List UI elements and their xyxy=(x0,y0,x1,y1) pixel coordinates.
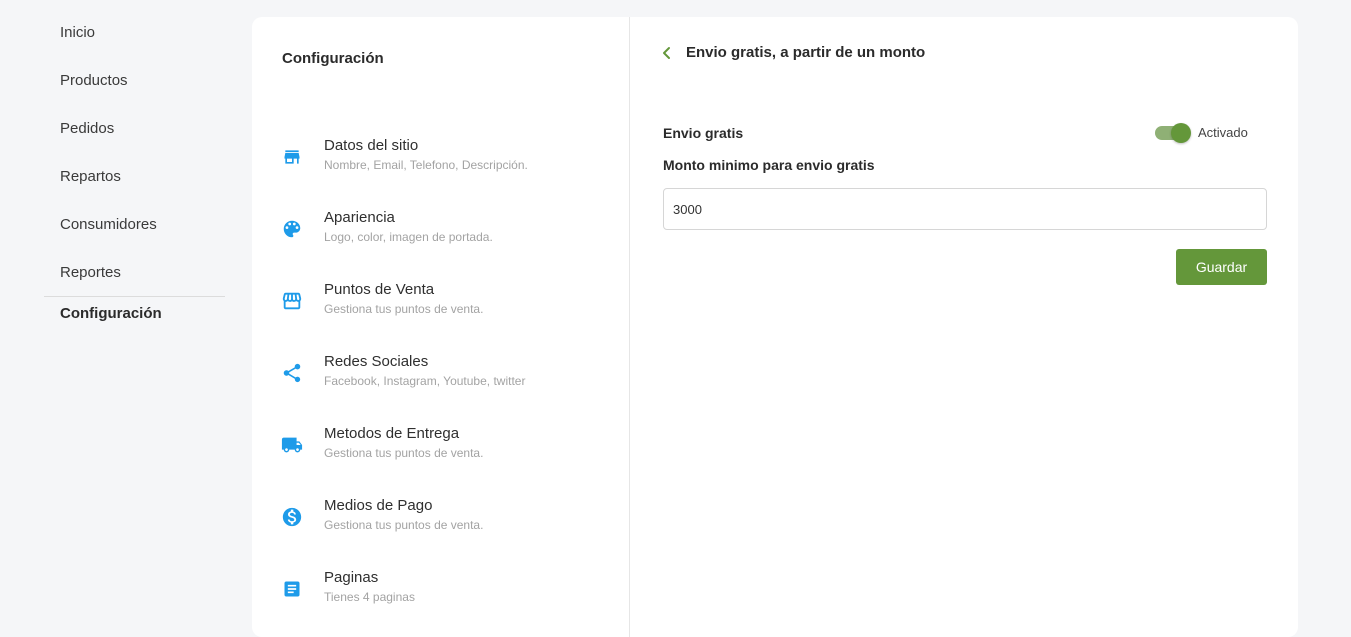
setting-desc: Facebook, Instagram, Youtube, twitter xyxy=(324,374,526,388)
setting-name: Datos del sitio xyxy=(324,137,419,154)
settings-list: Configuración Datos del sitio Nombre, Em… xyxy=(252,17,630,637)
setting-paginas[interactable]: Paginas Tienes 4 paginas xyxy=(280,569,610,619)
monto-minimo-input[interactable] xyxy=(663,188,1267,230)
setting-datos-del-sitio[interactable]: Datos del sitio Nombre, Email, Telefono,… xyxy=(280,137,610,187)
nav-item-configuracion[interactable]: Configuración xyxy=(44,297,225,345)
monto-minimo-label: Monto minimo para envio gratis xyxy=(663,157,875,173)
setting-desc: Logo, color, imagen de portada. xyxy=(324,230,493,244)
setting-name: Redes Sociales xyxy=(324,353,429,370)
setting-name: Medios de Pago xyxy=(324,497,433,514)
setting-name: Metodos de Entrega xyxy=(324,425,460,442)
nav-item-consumidores[interactable]: Consumidores xyxy=(44,208,225,256)
nav-item-repartos[interactable]: Repartos xyxy=(44,160,225,208)
dollar-icon xyxy=(280,505,304,529)
envio-gratis-toggle[interactable] xyxy=(1155,123,1191,143)
setting-name: Paginas xyxy=(324,569,379,586)
setting-puntos-de-venta[interactable]: Puntos de Venta Gestiona tus puntos de v… xyxy=(280,281,610,331)
setting-desc: Gestiona tus puntos de venta. xyxy=(324,302,484,316)
toggle-knob xyxy=(1171,123,1191,143)
chevron-left-icon[interactable] xyxy=(659,43,675,63)
setting-name: Apariencia xyxy=(324,209,395,226)
nav-item-pedidos[interactable]: Pedidos xyxy=(44,112,225,160)
settings-title: Configuración xyxy=(282,50,384,67)
setting-medios-de-pago[interactable]: Medios de Pago Gestiona tus puntos de ve… xyxy=(280,497,610,547)
truck-icon xyxy=(280,433,304,457)
storefront-icon xyxy=(280,289,304,313)
main-sidebar: Inicio Productos Pedidos Repartos Consum… xyxy=(44,0,225,616)
setting-desc: Nombre, Email, Telefono, Descripción. xyxy=(324,158,528,172)
document-icon xyxy=(280,577,304,601)
palette-icon xyxy=(280,217,304,241)
share-icon xyxy=(280,361,304,385)
nav-item-productos[interactable]: Productos xyxy=(44,64,225,112)
setting-desc: Gestiona tus puntos de venta. xyxy=(324,446,484,460)
setting-desc: Gestiona tus puntos de venta. xyxy=(324,518,484,532)
store-icon xyxy=(280,145,304,169)
detail-panel: Envio gratis, a partir de un monto Envio… xyxy=(631,17,1298,637)
setting-metodos-de-entrega[interactable]: Metodos de Entrega Gestiona tus puntos d… xyxy=(280,425,610,475)
toggle-state-label: Activado xyxy=(1198,125,1248,140)
setting-desc: Tienes 4 paginas xyxy=(324,590,415,604)
setting-apariencia[interactable]: Apariencia Logo, color, imagen de portad… xyxy=(280,209,610,259)
save-button[interactable]: Guardar xyxy=(1176,249,1267,285)
setting-name: Puntos de Venta xyxy=(324,281,435,298)
setting-redes-sociales[interactable]: Redes Sociales Facebook, Instagram, Yout… xyxy=(280,353,610,403)
panel-title: Envio gratis, a partir de un monto xyxy=(686,44,926,61)
nav-item-inicio[interactable]: Inicio xyxy=(44,16,225,64)
envio-gratis-label: Envio gratis xyxy=(663,125,744,141)
settings-card: Configuración Datos del sitio Nombre, Em… xyxy=(252,17,1298,637)
